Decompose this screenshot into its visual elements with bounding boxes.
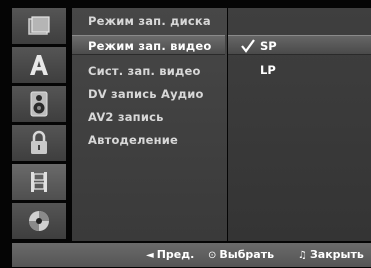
padlock-icon	[31, 130, 47, 154]
category-icon-column	[12, 8, 66, 241]
category-disc-tray[interactable]	[12, 8, 66, 44]
menu-item-dv-audio-record[interactable]: DV запись Аудио	[88, 84, 204, 104]
category-language[interactable]	[12, 47, 66, 83]
option-lp[interactable]: LP	[228, 60, 371, 80]
film-strip-icon	[31, 172, 47, 192]
disc-icon	[29, 211, 49, 231]
hint-select-label: Выбрать	[219, 248, 275, 261]
left-arrow-icon: ◄	[146, 250, 154, 261]
category-lock[interactable]	[12, 125, 66, 161]
speaker-icon	[30, 91, 48, 117]
letter-a-icon	[30, 55, 48, 75]
option-panel: SP LP	[228, 8, 371, 241]
enter-button-icon: ⊙	[208, 250, 217, 261]
menu-item-auto-chapter[interactable]: Автоделение	[88, 130, 178, 150]
category-audio[interactable]	[12, 86, 66, 122]
menu-item-av2-record[interactable]: AV2 запись	[88, 107, 164, 127]
option-label: LP	[260, 63, 276, 77]
return-button-icon: ♫	[298, 250, 307, 261]
hint-bar: ◄ Пред. ⊙ Выбрать ♫ Закрыть	[12, 243, 371, 267]
hint-prev: ◄ Пред.	[146, 243, 194, 267]
option-label: SP	[260, 39, 277, 53]
hint-select: ⊙ Выбрать	[208, 243, 274, 267]
hint-close-label: Закрыть	[309, 248, 364, 261]
category-disc[interactable]	[12, 203, 66, 239]
setup-menu-screen: Режим зап. диска Режим зап. видео Сист. …	[0, 0, 371, 267]
recording-menu-panel: Режим зап. диска Режим зап. видео Сист. …	[72, 8, 227, 241]
menu-item-disc-record-mode[interactable]: Режим зап. диска	[88, 11, 211, 31]
checkmark-icon	[241, 39, 255, 53]
menu-item-video-record-system[interactable]: Сист. зап. видео	[88, 61, 201, 81]
category-recording[interactable]	[12, 164, 66, 200]
disc-tray-icon	[28, 16, 50, 35]
hint-close: ♫ Закрыть	[298, 243, 364, 267]
option-sp[interactable]: SP	[228, 35, 371, 55]
menu-item-video-record-mode[interactable]: Режим зап. видео	[72, 35, 225, 55]
hint-prev-label: Пред.	[156, 248, 195, 261]
